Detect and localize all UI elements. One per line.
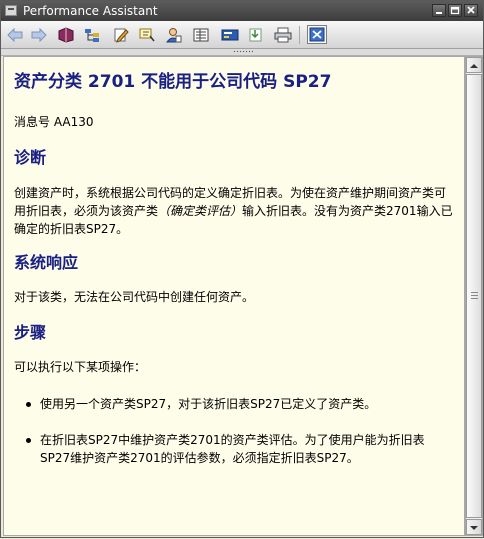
maximize-icon bbox=[450, 6, 460, 15]
steps-list: 使用另一个资产类SP27，对于该折旧表SP27已定义了资产类。 在折旧表SP27… bbox=[14, 395, 454, 467]
forward-arrow-icon bbox=[31, 27, 47, 42]
window-title: Performance Assistant bbox=[23, 4, 158, 18]
performance-assistant-window: Performance Assistant 资产分类 2701 不能用于公司代码… bbox=[0, 0, 484, 538]
hierarchy-icon bbox=[85, 28, 99, 42]
person-icon bbox=[165, 27, 182, 42]
section-heading-steps: 步骤 bbox=[14, 323, 47, 342]
document-pane: 资产分类 2701 不能用于公司代码 SP27 消息号 AA130 诊断 创建资… bbox=[3, 56, 465, 536]
arrow-up-icon bbox=[470, 64, 478, 68]
maximize-button[interactable] bbox=[448, 4, 462, 17]
hierarchy-button[interactable] bbox=[82, 25, 102, 44]
back-arrow-icon bbox=[7, 27, 23, 42]
list-item: 在折旧表SP27中维护资产类2701的资产类评估。为了使用户能为折旧表SP27维… bbox=[14, 431, 454, 467]
close-box-icon bbox=[309, 27, 325, 42]
scroll-thumb[interactable] bbox=[466, 74, 482, 518]
vertical-scrollbar[interactable] bbox=[465, 56, 483, 536]
title-bar[interactable]: Performance Assistant bbox=[1, 1, 483, 21]
list-button[interactable] bbox=[191, 25, 211, 44]
section-heading-diagnosis: 诊断 bbox=[14, 148, 47, 167]
app-icon bbox=[5, 5, 17, 16]
diagnosis-text: 创建资产时，系统根据公司代码的定义确定折旧表。为使在资产维护期间资产类可用折旧表… bbox=[14, 186, 453, 236]
close-button[interactable] bbox=[464, 4, 478, 17]
forward-button[interactable] bbox=[29, 25, 49, 44]
comment-button[interactable] bbox=[137, 25, 157, 44]
resize-grip[interactable] bbox=[1, 49, 483, 56]
back-button[interactable] bbox=[5, 25, 25, 44]
list-item: 使用另一个资产类SP27，对于该折旧表SP27已定义了资产类。 bbox=[14, 395, 454, 413]
scroll-down-button[interactable] bbox=[466, 519, 482, 535]
list-icon bbox=[193, 28, 209, 41]
print-button[interactable] bbox=[273, 25, 293, 44]
scroll-up-button[interactable] bbox=[466, 57, 482, 73]
minimize-icon bbox=[436, 12, 442, 14]
toolbar-separator bbox=[299, 26, 300, 44]
minimize-button[interactable] bbox=[432, 4, 446, 17]
book-icon bbox=[58, 26, 74, 43]
response-text: 对于该类，无法在公司代码中创建任何资产。 bbox=[14, 290, 255, 304]
arrow-down-icon bbox=[470, 526, 478, 530]
toolbar bbox=[1, 21, 483, 49]
print-icon bbox=[274, 27, 292, 42]
person-button[interactable] bbox=[164, 25, 184, 44]
download-button[interactable] bbox=[246, 25, 266, 44]
section-heading-response: 系统响应 bbox=[14, 253, 79, 272]
edit-icon bbox=[114, 28, 129, 43]
download-icon bbox=[249, 28, 262, 41]
book-button[interactable] bbox=[56, 25, 76, 44]
card-button[interactable] bbox=[220, 25, 240, 44]
close-document-button[interactable] bbox=[307, 25, 327, 44]
edit-button[interactable] bbox=[111, 25, 131, 44]
card-icon bbox=[221, 29, 239, 40]
steps-intro: 可以执行以下某项操作： bbox=[14, 360, 147, 374]
message-number: 消息号 AA130 bbox=[14, 115, 94, 129]
comment-icon bbox=[139, 28, 155, 41]
italic-term: （确定类评估） bbox=[158, 204, 243, 218]
document-title: 资产分类 2701 不能用于公司代码 SP27 bbox=[14, 72, 332, 92]
close-icon bbox=[467, 6, 475, 14]
